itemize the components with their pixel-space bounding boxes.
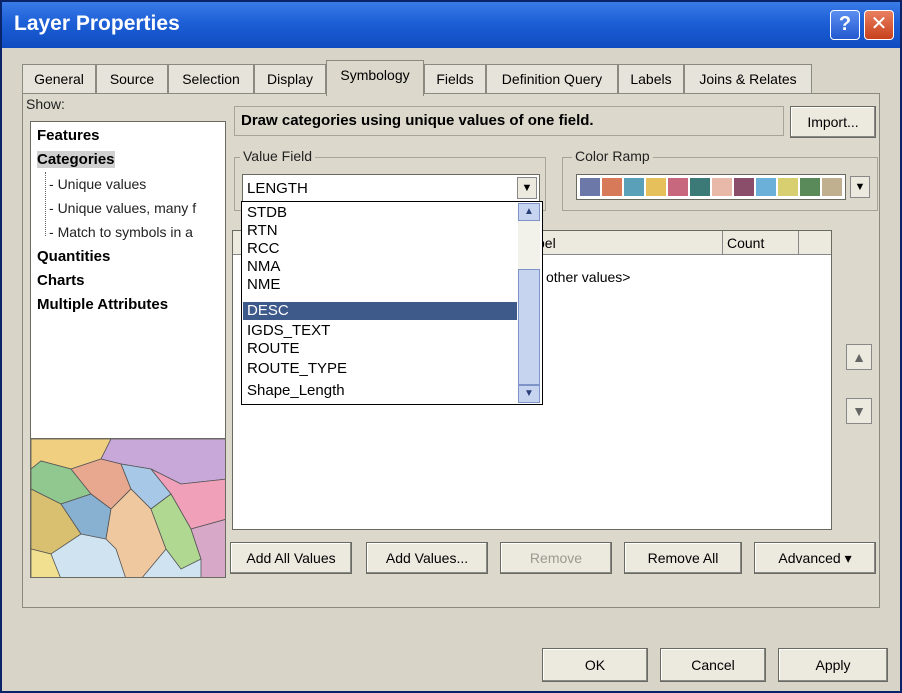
show-item-features[interactable]: Features (37, 127, 100, 144)
show-item-categories[interactable]: Categories (37, 151, 115, 168)
dropdown-option[interactable]: RCC (243, 240, 517, 258)
color-ramp-swatch (800, 178, 820, 196)
color-ramp-swatch (712, 178, 732, 196)
advanced-button[interactable]: Advanced ▾ (754, 542, 876, 574)
cancel-button[interactable]: Cancel (660, 648, 766, 682)
color-ramp-swatch (602, 178, 622, 196)
show-item-multiple-attributes[interactable]: Multiple Attributes (37, 296, 168, 313)
dropdown-option[interactable]: STDB (243, 204, 517, 222)
dropdown-option[interactable]: NME (243, 276, 517, 294)
chevron-down-icon[interactable]: ▼ (850, 176, 870, 198)
tree-dash: - (49, 176, 58, 192)
preview-map-graphic (31, 439, 225, 577)
headline-text: Draw categories using unique values of o… (241, 112, 594, 129)
dropdown-option-selected[interactable]: DESC (243, 302, 517, 320)
unique-values-label: Unique values (57, 176, 147, 192)
renderer-description: Draw categories using unique values of o… (234, 106, 784, 136)
close-button[interactable]: ✕ (864, 10, 894, 40)
value-field-selected: LENGTH (247, 180, 308, 197)
scroll-up-icon[interactable]: ▲ (518, 203, 540, 221)
title-bar[interactable]: Layer Properties ? ✕ (2, 2, 900, 48)
column-header-label[interactable]: bel (533, 231, 723, 255)
add-all-values-button[interactable]: Add All Values (230, 542, 352, 574)
color-ramp-swatch (668, 178, 688, 196)
show-item-unique-values[interactable]: - Unique values (49, 176, 146, 192)
value-field-dropdown-list[interactable]: STDB RTN RCC NMA NME DESC IGDS_TEXT ROUT… (241, 201, 543, 405)
color-ramp-combo[interactable] (576, 174, 846, 200)
value-field-combo[interactable]: LENGTH ▼ (242, 174, 540, 202)
dropdown-option[interactable]: Shape_Length (243, 382, 517, 400)
scroll-down-icon[interactable]: ▼ (518, 385, 540, 403)
layer-properties-window: Layer Properties ? ✕ General Source Sele… (0, 0, 902, 693)
tab-display[interactable]: Display (254, 64, 326, 94)
tab-general[interactable]: General (22, 64, 96, 94)
tree-dash: - (49, 224, 58, 240)
dropdown-option[interactable]: IGDS_TEXT (243, 322, 517, 340)
scrollbar-thumb[interactable] (518, 269, 540, 385)
move-down-icon[interactable]: ▼ (846, 398, 872, 424)
show-item-charts[interactable]: Charts (37, 272, 85, 289)
color-ramp-swatch (734, 178, 754, 196)
value-field-label: Value Field (240, 148, 316, 164)
unique-values-many-label: Unique values, many f (57, 200, 197, 216)
chevron-down-icon[interactable]: ▼ (517, 177, 537, 199)
show-label: Show: (26, 96, 65, 112)
symbology-preview-map (30, 438, 226, 578)
remove-button[interactable]: Remove (500, 542, 612, 574)
tree-dash: - (49, 200, 58, 216)
tab-source[interactable]: Source (96, 64, 168, 94)
dropdown-option[interactable]: ROUTE (243, 340, 517, 358)
show-item-unique-values-many[interactable]: - Unique values, many f (49, 200, 196, 216)
show-tree[interactable]: Features Categories - Unique values - Un… (30, 121, 226, 457)
dropdown-option[interactable]: RTN (243, 222, 517, 240)
color-ramp-label: Color Ramp (572, 148, 653, 164)
show-item-quantities[interactable]: Quantities (37, 248, 110, 265)
color-ramp-swatch (690, 178, 710, 196)
remove-all-button[interactable]: Remove All (624, 542, 742, 574)
window-title: Layer Properties (14, 12, 180, 35)
color-ramp-swatch (778, 178, 798, 196)
color-ramp-swatch (580, 178, 600, 196)
apply-button[interactable]: Apply (778, 648, 888, 682)
tree-connector (45, 172, 46, 236)
tab-selection[interactable]: Selection (168, 64, 254, 94)
column-header-count[interactable]: Count (723, 231, 799, 255)
show-item-match-to-symbols[interactable]: - Match to symbols in a (49, 224, 193, 240)
all-other-values-row[interactable]: l other values> (539, 269, 630, 285)
import-button[interactable]: Import... (790, 106, 876, 138)
tab-symbology[interactable]: Symbology (326, 60, 424, 96)
match-to-symbols-label: Match to symbols in a (57, 224, 193, 240)
dropdown-scrollbar[interactable]: ▲ ▼ (518, 203, 540, 403)
ok-button[interactable]: OK (542, 648, 648, 682)
color-ramp-swatch (822, 178, 842, 196)
tab-joins-relates[interactable]: Joins & Relates (684, 64, 812, 94)
move-up-icon[interactable]: ▲ (846, 344, 872, 370)
color-ramp-swatch (756, 178, 776, 196)
dropdown-option[interactable]: ROUTE_TYPE (243, 360, 517, 378)
tab-fields[interactable]: Fields (424, 64, 486, 94)
tab-definition-query[interactable]: Definition Query (486, 64, 618, 94)
add-values-button[interactable]: Add Values... (366, 542, 488, 574)
color-ramp-swatch (646, 178, 666, 196)
help-button[interactable]: ? (830, 10, 860, 40)
tab-labels[interactable]: Labels (618, 64, 684, 94)
color-ramp-swatch (624, 178, 644, 196)
dropdown-option[interactable]: NMA (243, 258, 517, 276)
